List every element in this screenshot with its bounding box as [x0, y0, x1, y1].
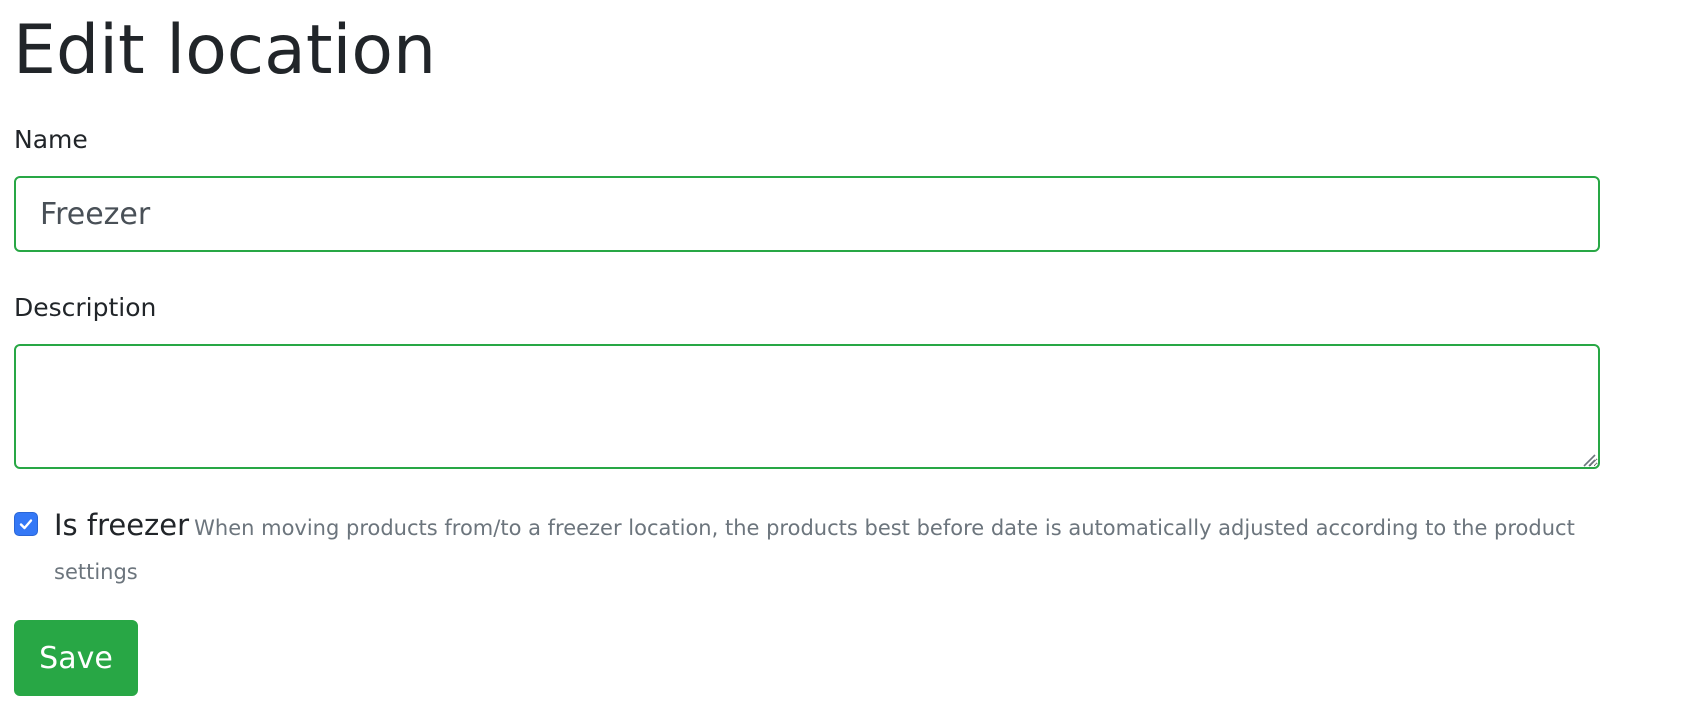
- is-freezer-checkbox[interactable]: [14, 512, 38, 536]
- is-freezer-label[interactable]: Is freezer: [54, 508, 189, 542]
- check-icon: [19, 519, 33, 530]
- description-label: Description: [14, 293, 157, 322]
- name-input[interactable]: [14, 176, 1600, 252]
- description-textarea[interactable]: [14, 344, 1600, 469]
- is-freezer-help: When moving products from/to a freezer l…: [54, 516, 1575, 584]
- edit-location-page: Edit location Name Description Is freeze…: [0, 0, 1698, 724]
- is-freezer-text: Is freezer When moving products from/to …: [54, 504, 1594, 595]
- page-title: Edit location: [13, 11, 437, 90]
- save-button[interactable]: Save: [14, 620, 138, 696]
- name-label: Name: [14, 125, 88, 154]
